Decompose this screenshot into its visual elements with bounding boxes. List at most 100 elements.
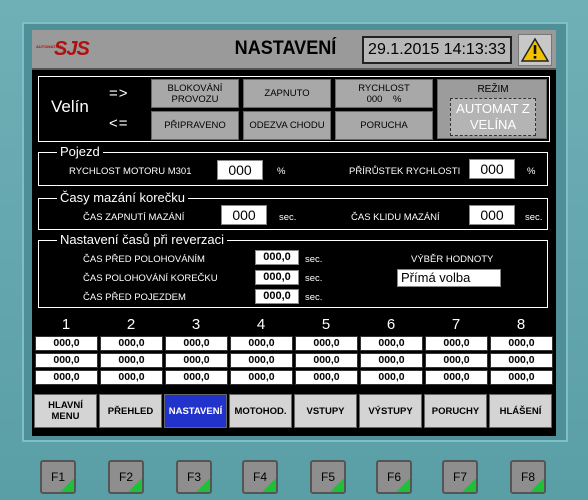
nav-button[interactable]: PORUCHY — [424, 394, 487, 428]
table-cell[interactable]: 000,0 — [35, 353, 98, 368]
function-key[interactable]: F7 — [442, 460, 478, 494]
column-header: 8 — [516, 316, 526, 333]
cas-pred-pojezdem-input[interactable]: 000,0 — [255, 289, 299, 304]
cas-klidu-input[interactable]: 000 — [469, 205, 515, 225]
table-cell[interactable]: 000,0 — [230, 370, 293, 385]
vyber-hodnoty-select[interactable]: Přímá volba — [397, 269, 501, 287]
column-header: 2 — [126, 316, 136, 333]
odezva-chodu-indicator: ODEZVA CHODU — [243, 111, 331, 140]
casy-mazani-group: Časy mazání korečku ČAS ZAPNUTÍ MAZÁNÍ 0… — [38, 190, 548, 230]
key-indicator-icon — [196, 478, 210, 492]
rychlost-indicator: RYCHLOST 000 % — [335, 79, 433, 108]
function-key[interactable]: F1 — [40, 460, 76, 494]
function-key[interactable]: F3 — [176, 460, 212, 494]
rychlost-value-line: 000 % — [367, 94, 402, 105]
column-header: 5 — [321, 316, 331, 333]
reverzace-title: Nastavení časů při reverzaci — [57, 232, 228, 247]
table-cell[interactable]: 000,0 — [35, 370, 98, 385]
table-cell[interactable]: 000,0 — [295, 353, 358, 368]
rezim-box: REŽIM AUTOMAT Z VELÍNA — [437, 79, 547, 139]
function-key[interactable]: F4 — [242, 460, 278, 494]
table-cell[interactable]: 000,0 — [295, 370, 358, 385]
nav-button[interactable]: VSTUPY — [294, 394, 357, 428]
cas-polohovani-korecku-unit: sec. — [305, 273, 323, 284]
table-cell[interactable]: 000,0 — [100, 336, 163, 351]
column-header: 6 — [386, 316, 396, 333]
column-header: 4 — [256, 316, 266, 333]
rychlost-unit: % — [392, 93, 402, 105]
key-indicator-icon — [530, 478, 544, 492]
pripraveno-indicator: PŘIPRAVENO — [151, 111, 239, 140]
porucha-indicator: PORUCHA — [335, 111, 433, 140]
table-cell[interactable]: 000,0 — [490, 336, 553, 351]
cas-pred-pojezdem-label: ČAS PŘED POJEZDEM — [83, 292, 186, 303]
cas-zapnuti-input[interactable]: 000 — [221, 205, 267, 225]
casy-mazani-title: Časy mazání korečku — [57, 190, 188, 205]
table-cell[interactable]: 000,0 — [425, 336, 488, 351]
key-indicator-icon — [128, 478, 142, 492]
table-cell[interactable]: 000,0 — [425, 370, 488, 385]
table-cell[interactable]: 000,0 — [100, 353, 163, 368]
rychlost-motoru-input[interactable]: 000 — [217, 160, 263, 180]
nav-button[interactable]: HLAVNÍ MENU — [34, 394, 97, 428]
column-header: 7 — [451, 316, 461, 333]
nav-button[interactable]: PŘEHLED — [99, 394, 162, 428]
pojezd-group: Pojezd RYCHLOST MOTORU M301 000 % PŘÍRŮS… — [38, 144, 548, 186]
cas-zapnuti-label: ČAS ZAPNUTÍ MAZÁNÍ — [83, 212, 185, 223]
cas-pred-pojezdem-unit: sec. — [305, 292, 323, 303]
rezim-mode-button[interactable]: AUTOMAT Z VELÍNA — [450, 98, 536, 136]
nav-button[interactable]: NASTAVENÍ — [164, 394, 227, 428]
vyber-hodnoty-label: VÝBĚR HODNOTY — [411, 254, 494, 265]
warning-icon — [521, 37, 549, 62]
prirustek-rychlosti-input[interactable]: 000 — [469, 159, 515, 179]
cas-pred-polohovanim-input[interactable]: 000,0 — [255, 250, 299, 265]
nav-button[interactable]: MOTOHOD. — [229, 394, 292, 428]
table-cell[interactable]: 000,0 — [295, 336, 358, 351]
function-key[interactable]: F2 — [108, 460, 144, 494]
reverzace-group: Nastavení časů při reverzaci ČAS PŘED PO… — [38, 232, 548, 308]
table-cell[interactable]: 000,0 — [35, 336, 98, 351]
rychlost-value: 000 — [366, 93, 383, 105]
table-cell[interactable]: 000,0 — [490, 353, 553, 368]
blokovani-provozu-indicator[interactable]: BLOKOVÁNÍ PROVOZU — [151, 79, 239, 108]
table-cell[interactable]: 000,0 — [360, 370, 423, 385]
header-bar: AUTOMATION SJS NASTAVENÍ 29.1.2015 14:13… — [32, 30, 556, 70]
prirustek-rychlosti-unit: % — [527, 166, 536, 177]
table-cell[interactable]: 000,0 — [165, 336, 228, 351]
company-logo: AUTOMATION SJS — [36, 36, 94, 64]
table-cell[interactable]: 000,0 — [230, 353, 293, 368]
cas-zapnuti-unit: sec. — [279, 212, 297, 223]
table-cell[interactable]: 000,0 — [230, 336, 293, 351]
prirustek-rychlosti-label: PŘÍRŮSTEK RYCHLOSTI — [349, 166, 461, 177]
function-key[interactable]: F6 — [376, 460, 412, 494]
table-cell[interactable]: 000,0 — [360, 353, 423, 368]
nav-button[interactable]: VÝSTUPY — [359, 394, 422, 428]
alarm-button[interactable] — [518, 34, 552, 66]
table-cell[interactable]: 000,0 — [100, 370, 163, 385]
key-indicator-icon — [396, 478, 410, 492]
function-key[interactable]: F5 — [310, 460, 346, 494]
datetime-display: 29.1.2015 14:13:33 — [362, 36, 512, 64]
cas-polohovani-korecku-label: ČAS POLOHOVÁNÍ KOREČKU — [83, 273, 218, 284]
table-cell[interactable]: 000,0 — [165, 353, 228, 368]
arrow-from-velin: <= — [109, 115, 129, 132]
arrow-to-velin: => — [109, 85, 129, 102]
key-indicator-icon — [60, 478, 74, 492]
table-cell[interactable]: 000,0 — [490, 370, 553, 385]
column-header: 3 — [191, 316, 201, 333]
table-cell[interactable]: 000,0 — [165, 370, 228, 385]
rezim-label: REŽIM — [477, 84, 509, 95]
rychlost-label: RYCHLOST — [358, 82, 410, 94]
rychlost-motoru-unit: % — [277, 166, 286, 177]
table-cell[interactable]: 000,0 — [360, 336, 423, 351]
cas-klidu-unit: sec. — [525, 212, 543, 223]
table-cell[interactable]: 000,0 — [425, 353, 488, 368]
nav-button[interactable]: HLÁŠENÍ — [489, 394, 552, 428]
key-indicator-icon — [462, 478, 476, 492]
cas-polohovani-korecku-input[interactable]: 000,0 — [255, 270, 299, 285]
function-key[interactable]: F8 — [510, 460, 546, 494]
velin-label: Velín — [51, 97, 89, 116]
zapnuto-indicator: ZAPNUTO — [243, 79, 331, 108]
rychlost-motoru-label: RYCHLOST MOTORU M301 — [69, 166, 192, 177]
key-indicator-icon — [330, 478, 344, 492]
